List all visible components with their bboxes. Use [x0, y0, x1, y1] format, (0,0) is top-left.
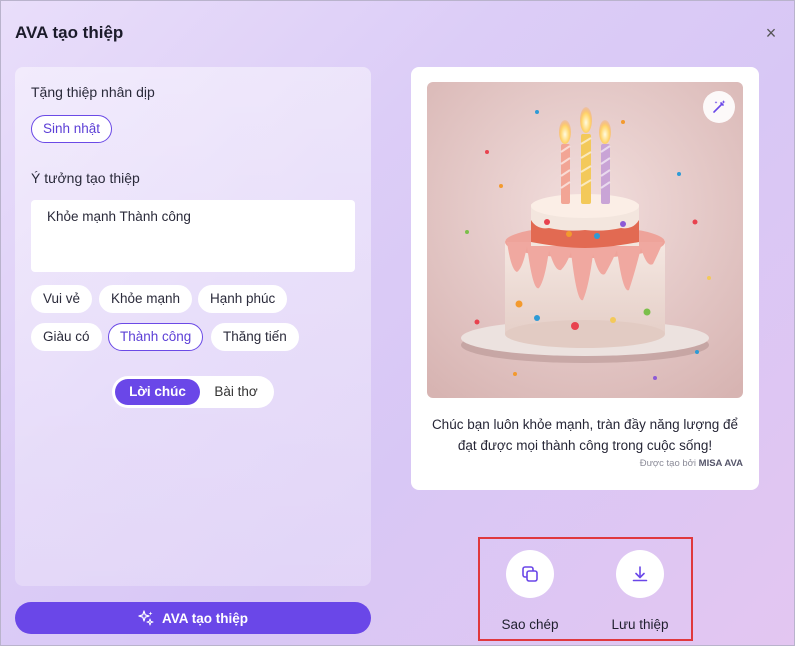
- idea-input[interactable]: Khỏe mạnh Thành công: [31, 200, 355, 272]
- occasion-chip-birthday[interactable]: Sinh nhật: [31, 115, 113, 143]
- keyword-chip[interactable]: Thăng tiến: [211, 323, 299, 351]
- generate-card-label: AVA tạo thiệp: [162, 610, 248, 626]
- occasion-label: Tặng thiệp nhân dịp: [31, 84, 155, 100]
- mode-toggle: Lời chúc Bài thơ: [112, 376, 274, 408]
- keyword-chip-selected[interactable]: Thành công: [108, 323, 204, 351]
- close-icon[interactable]: ×: [761, 23, 781, 43]
- magic-wand-icon[interactable]: [703, 91, 735, 123]
- credit-brand: MISA AVA: [698, 458, 743, 469]
- keyword-chip[interactable]: Khỏe mạnh: [99, 285, 193, 313]
- mode-option-poem[interactable]: Bài thơ: [202, 379, 270, 405]
- card-message: Chúc bạn luôn khỏe mạnh, tràn đầy năng l…: [423, 414, 747, 456]
- copy-label: Sao chép: [501, 617, 559, 632]
- credit-text: Được tạo bởi MISA AVA: [640, 458, 743, 469]
- sparkle-icon: [138, 610, 154, 626]
- save-card-label: Lưu thiệp: [611, 617, 669, 632]
- cake-image: [427, 82, 743, 398]
- keyword-chip[interactable]: Vui vẻ: [31, 285, 93, 313]
- copy-icon: [506, 550, 554, 598]
- dialog-title: AVA tạo thiệp: [15, 23, 124, 42]
- save-card-button[interactable]: Lưu thiệp: [600, 550, 680, 632]
- keyword-chip[interactable]: Hạnh phúc: [198, 285, 288, 313]
- options-panel: Tặng thiệp nhân dịp Sinh nhật Ý tưởng tạ…: [15, 67, 371, 586]
- idea-label: Ý tưởng tạo thiệp: [31, 170, 140, 186]
- card-preview: Chúc bạn luôn khỏe mạnh, tràn đầy năng l…: [411, 67, 759, 490]
- ava-card-dialog: AVA tạo thiệp × Tặng thiệp nhân dịp Sinh…: [0, 0, 795, 646]
- keyword-chip[interactable]: Giàu có: [31, 323, 102, 351]
- download-icon: [616, 550, 664, 598]
- credit-prefix: Được tạo bởi: [639, 458, 697, 469]
- mode-option-greeting[interactable]: Lời chúc: [115, 379, 200, 405]
- generate-card-button[interactable]: AVA tạo thiệp: [15, 602, 371, 634]
- copy-button[interactable]: Sao chép: [490, 550, 570, 632]
- card-message-line: Chúc bạn luôn khỏe mạnh, tràn đầy năng l…: [431, 417, 739, 432]
- card-message-line: đạt được mọi thành công trong cuộc sống!: [457, 438, 713, 453]
